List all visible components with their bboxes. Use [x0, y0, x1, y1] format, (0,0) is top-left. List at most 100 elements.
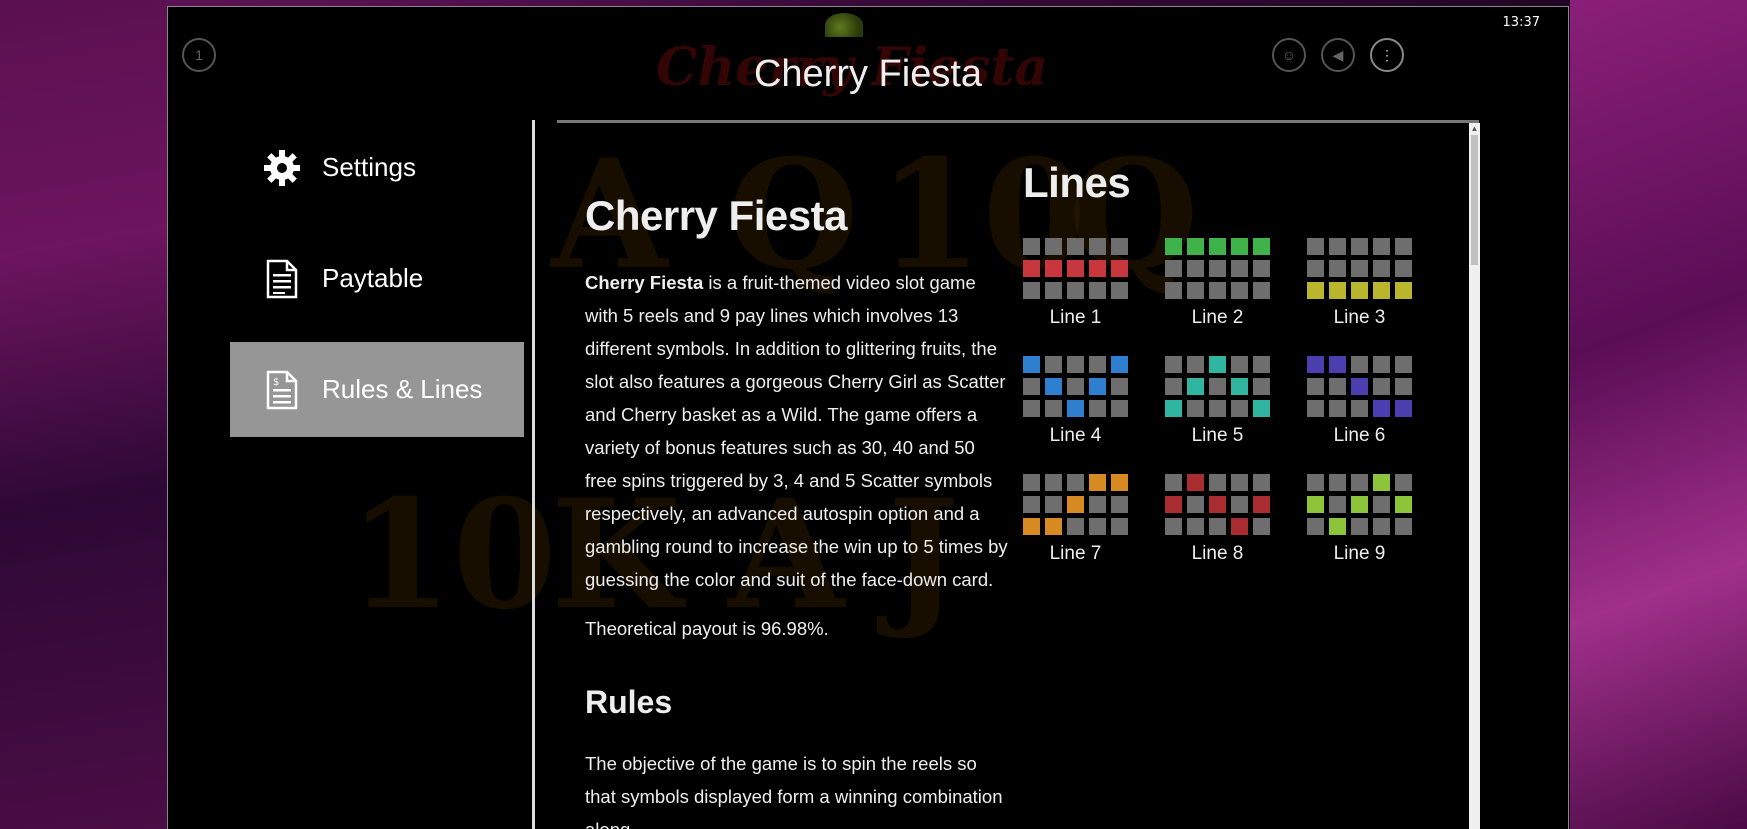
line-cell	[1209, 496, 1226, 513]
sidebar-item-settings[interactable]: Settings	[230, 120, 524, 215]
line-cell	[1023, 282, 1040, 299]
pay-line-3: Line 3	[1307, 238, 1417, 329]
line-cell	[1253, 518, 1270, 535]
line-cell	[1111, 378, 1128, 395]
line-cell	[1373, 238, 1390, 255]
line-cell	[1351, 474, 1368, 491]
sidebar-item-label: Settings	[322, 152, 416, 182]
scrollbar[interactable]: ▲	[1469, 123, 1480, 829]
line-cell	[1187, 282, 1204, 299]
background-symbol: 10	[348, 467, 557, 643]
line-cell	[1395, 282, 1412, 299]
line-cell	[1187, 496, 1204, 513]
line-cell	[1329, 238, 1346, 255]
line-cell	[1231, 400, 1248, 417]
line-cell	[1395, 378, 1412, 395]
line-cell	[1307, 238, 1324, 255]
line-cell	[1111, 260, 1128, 277]
intro-paragraph: Cherry Fiesta is a fruit-themed video sl…	[585, 266, 1010, 596]
line-cell	[1373, 356, 1390, 373]
line-cell	[1395, 356, 1412, 373]
line-cell	[1351, 400, 1368, 417]
line-cell	[1209, 518, 1226, 535]
scroll-thumb[interactable]	[1471, 135, 1478, 265]
line-cell	[1067, 238, 1084, 255]
rules-text: The objective of the game is to spin the…	[585, 753, 1003, 829]
line-cell	[1395, 496, 1412, 513]
line-cell	[1351, 282, 1368, 299]
game-window: 13:37 1 ☺ ◀ ⋮ A Q 10 Q 10 K A J Cherry F…	[167, 6, 1569, 829]
line-cell	[1329, 356, 1346, 373]
line-cell	[1067, 518, 1084, 535]
line-cell	[1307, 378, 1324, 395]
pay-line-1: Line 1	[1023, 238, 1133, 329]
line-pattern	[1307, 356, 1417, 417]
line-cell	[1111, 356, 1128, 373]
sidebar-item-label: Paytable	[322, 263, 424, 293]
document-icon	[262, 259, 302, 299]
line-cell	[1373, 518, 1390, 535]
line-cell	[1089, 356, 1106, 373]
sidebar-item-rules-lines[interactable]: $ Rules & Lines	[230, 342, 524, 437]
line-cell	[1209, 356, 1226, 373]
line-cell	[1373, 282, 1390, 299]
line-cell	[1395, 260, 1412, 277]
line-pattern	[1165, 474, 1275, 535]
line-cell	[1253, 496, 1270, 513]
line-cell	[1045, 400, 1062, 417]
line-cell	[1351, 238, 1368, 255]
line-cell	[1253, 238, 1270, 255]
sidebar-item-paytable[interactable]: Paytable	[230, 231, 524, 326]
line-cell	[1165, 496, 1182, 513]
line-cell	[1045, 238, 1062, 255]
line-cell	[1209, 400, 1226, 417]
line-cell	[1231, 260, 1248, 277]
line-cell	[1023, 356, 1040, 373]
rules-content: Cherry Fiesta Cherry Fiesta is a fruit-t…	[585, 192, 1010, 829]
line-cell	[1067, 282, 1084, 299]
line-cell	[1307, 496, 1324, 513]
line-cell	[1187, 474, 1204, 491]
line-cell	[1045, 260, 1062, 277]
clock: 13:37	[1502, 15, 1540, 30]
line-cell	[1307, 356, 1324, 373]
line-cell	[1253, 400, 1270, 417]
line-cell	[1253, 282, 1270, 299]
background-left	[0, 0, 167, 829]
line-cell	[1307, 518, 1324, 535]
line-cell	[1045, 356, 1062, 373]
line-label: Line 9	[1333, 543, 1386, 564]
line-cell	[1231, 518, 1248, 535]
line-cell	[1187, 378, 1204, 395]
line-cell	[1023, 400, 1040, 417]
svg-text:$: $	[273, 377, 279, 388]
line-cell	[1395, 238, 1412, 255]
line-cell	[1165, 474, 1182, 491]
line-cell	[1023, 260, 1040, 277]
line-cell	[1045, 496, 1062, 513]
line-cell	[1253, 356, 1270, 373]
line-cell	[1089, 260, 1106, 277]
line-cell	[1067, 378, 1084, 395]
line-cell	[1329, 496, 1346, 513]
line-cell	[1045, 474, 1062, 491]
page-title: Cherry Fiesta	[753, 53, 983, 95]
scroll-up-icon[interactable]: ▲	[1469, 123, 1480, 134]
background-right	[1570, 0, 1747, 829]
pay-line-4: Line 4	[1023, 356, 1133, 447]
line-cell	[1111, 496, 1128, 513]
line-cell	[1351, 378, 1368, 395]
line-cell	[1209, 282, 1226, 299]
line-cell	[1165, 400, 1182, 417]
line-cell	[1373, 400, 1390, 417]
line-cell	[1111, 518, 1128, 535]
line-cell	[1067, 356, 1084, 373]
line-cell	[1089, 400, 1106, 417]
line-cell	[1209, 238, 1226, 255]
line-cell	[1187, 400, 1204, 417]
line-cell	[1165, 356, 1182, 373]
line-cell	[1111, 238, 1128, 255]
line-cell	[1307, 474, 1324, 491]
line-cell	[1329, 282, 1346, 299]
pay-line-5: Line 5	[1165, 356, 1275, 447]
